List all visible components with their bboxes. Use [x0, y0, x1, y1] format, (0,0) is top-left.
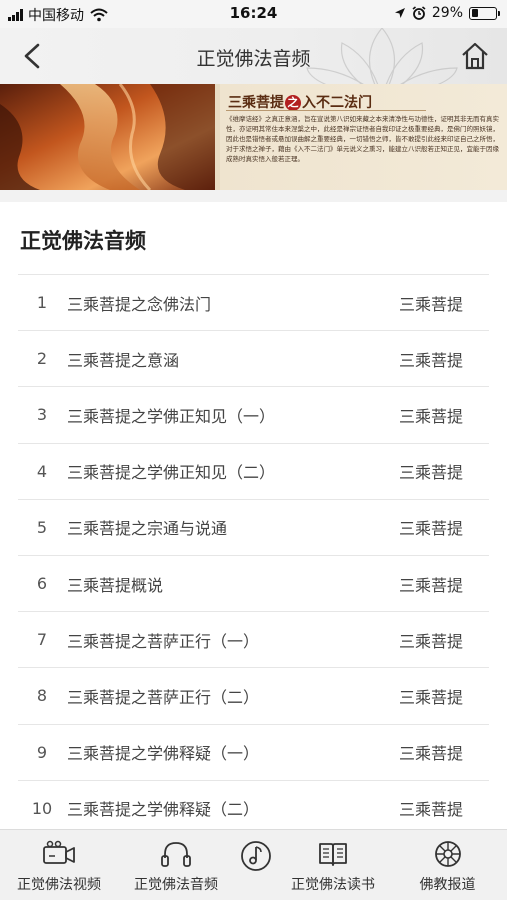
- banner-text-panel: 三乘菩提之入不二法门 《维摩诘经》之真正意涵，旨在宣说第八识如来藏之本来清净性与…: [220, 84, 507, 190]
- item-number: 6: [36, 574, 48, 594]
- banner-body: 《维摩诘经》之真正意涵，旨在宣说第八识如来藏之本来清净性与功德性，证明其非无而有…: [226, 115, 499, 163]
- nav-bar: 正觉佛法音频: [0, 28, 507, 84]
- dharma-wheel-icon: [434, 841, 461, 867]
- section-gap: [0, 190, 507, 202]
- item-title: 三乘菩提之宗通与说通: [67, 519, 228, 539]
- status-bar: 中国移动 16:24 29%: [0, 0, 507, 28]
- item-category: 三乘菩提: [399, 519, 464, 539]
- item-category: 三乘菩提: [399, 294, 464, 314]
- item-category: 三乘菩提: [399, 406, 464, 426]
- item-number: 4: [36, 461, 48, 481]
- list-item[interactable]: 1 三乘菩提之念佛法门 三乘菩提: [18, 274, 489, 330]
- list-item[interactable]: 3 三乘菩提之学佛正知见（一） 三乘菩提: [18, 386, 489, 442]
- alarm-icon: [412, 6, 426, 20]
- tab-audio-label: 正觉佛法音频: [134, 877, 218, 893]
- item-category: 三乘菩提: [399, 350, 464, 370]
- item-title: 三乘菩提之菩萨正行（一）: [67, 631, 260, 651]
- item-number: 7: [36, 630, 48, 650]
- item-title: 三乘菩提之菩萨正行（二）: [67, 687, 260, 707]
- audio-list: 1 三乘菩提之念佛法门 三乘菩提 2 三乘菩提之意涵 三乘菩提 3 三乘菩提之学…: [18, 274, 489, 836]
- status-right: 29%: [394, 5, 500, 21]
- item-title: 三乘菩提之学佛释疑（一）: [67, 744, 260, 764]
- tab-bar: 正觉佛法视频 正觉佛法音频 正觉佛法读书 佛教报道: [0, 829, 507, 900]
- home-button[interactable]: [459, 40, 491, 72]
- item-title: 三乘菩提之意涵: [67, 350, 180, 370]
- item-number: 3: [36, 405, 48, 425]
- video-camera-icon: [43, 840, 75, 864]
- section-title: 正觉佛法音频: [20, 229, 146, 253]
- item-category: 三乘菩提: [399, 631, 464, 651]
- list-item[interactable]: 5 三乘菩提之宗通与说通 三乘菩提: [18, 498, 489, 555]
- music-disc-icon: [241, 841, 271, 871]
- item-number: 5: [36, 517, 48, 537]
- item-number: 1: [36, 293, 48, 313]
- list-item[interactable]: 7 三乘菩提之菩萨正行（一） 三乘菩提: [18, 611, 489, 667]
- item-number: 9: [36, 742, 48, 762]
- item-category: 三乘菩提: [399, 800, 464, 820]
- tab-news[interactable]: 佛教报道: [388, 830, 507, 900]
- location-arrow-icon: [394, 8, 405, 18]
- tab-audio[interactable]: 正觉佛法音频: [118, 830, 234, 900]
- item-number: 2: [36, 349, 48, 369]
- tab-video[interactable]: 正觉佛法视频: [0, 830, 118, 900]
- tab-news-label: 佛教报道: [419, 877, 476, 893]
- tab-music[interactable]: [234, 830, 278, 900]
- item-title: 三乘菩提之学佛释疑（二）: [67, 800, 260, 820]
- promo-banner[interactable]: 三乘菩提之入不二法门 《维摩诘经》之真正意涵，旨在宣说第八识如来藏之本来清净性与…: [0, 84, 507, 190]
- item-title: 三乘菩提之学佛正知见（一）: [67, 406, 276, 426]
- tab-video-label: 正觉佛法视频: [17, 877, 101, 893]
- item-number: 8: [36, 686, 48, 706]
- battery-icon: [469, 6, 500, 20]
- list-item[interactable]: 9 三乘菩提之学佛释疑（一） 三乘菩提: [18, 723, 489, 780]
- item-category: 三乘菩提: [399, 687, 464, 707]
- battery-percent: 29%: [431, 5, 463, 21]
- list-item[interactable]: 6 三乘菩提概说 三乘菩提: [18, 554, 489, 611]
- tab-reading-label: 正觉佛法读书: [291, 877, 375, 893]
- list-item[interactable]: 4 三乘菩提之学佛正知见（二） 三乘菩提: [18, 442, 489, 499]
- open-book-icon: [319, 843, 347, 866]
- tab-reading[interactable]: 正觉佛法读书: [278, 830, 388, 900]
- item-category: 三乘菩提: [399, 463, 464, 483]
- item-category: 三乘菩提: [399, 744, 464, 764]
- list-item[interactable]: 10 三乘菩提之学佛释疑（二） 三乘菩提: [18, 779, 489, 836]
- item-title: 三乘菩提之学佛正知见（二）: [67, 463, 276, 483]
- headphones-icon: [161, 842, 191, 867]
- item-title: 三乘菩提概说: [67, 575, 164, 595]
- banner-heading-pre: 三乘菩提: [228, 95, 284, 111]
- item-title: 三乘菩提之念佛法门: [67, 294, 212, 314]
- banner-heading: 三乘菩提之入不二法门: [228, 92, 372, 112]
- list-item[interactable]: 2 三乘菩提之意涵 三乘菩提: [18, 330, 489, 386]
- banner-heading-post: 入不二法门: [302, 95, 372, 111]
- canyon-photo: [0, 84, 215, 190]
- banner-heading-mid: 之: [285, 95, 301, 111]
- page-title: 正觉佛法音频: [196, 48, 311, 70]
- banner-divider: [226, 110, 426, 111]
- list-item[interactable]: 8 三乘菩提之菩萨正行（二） 三乘菩提: [18, 667, 489, 723]
- item-number: 10: [31, 798, 53, 818]
- item-category: 三乘菩提: [399, 575, 464, 595]
